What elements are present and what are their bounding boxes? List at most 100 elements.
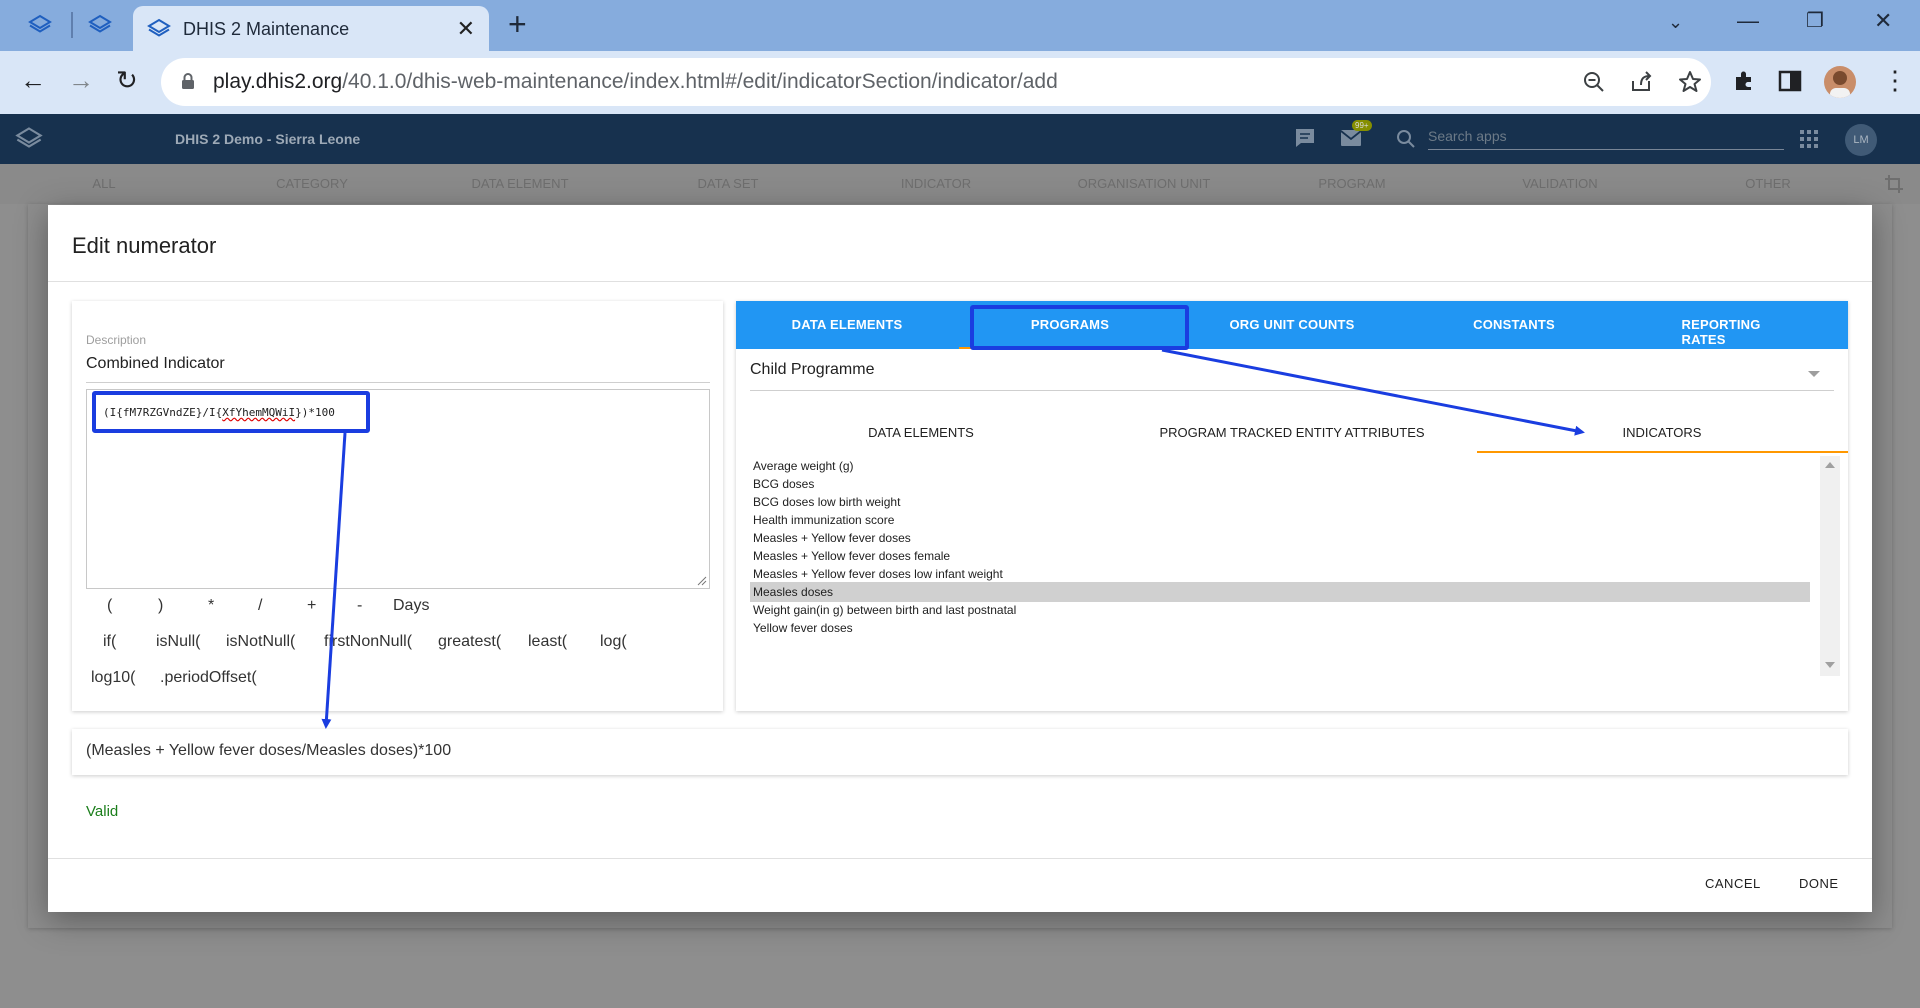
subtab-program-tracked-entity-attributes[interactable]: PROGRAM TRACKED ENTITY ATTRIBUTES [1159,425,1424,440]
function-isnull[interactable]: isNull( [156,633,200,651]
url-text: play.dhis2.org/40.1.0/dhis-web-maintenan… [213,70,1058,93]
subtab-data-elements[interactable]: DATA ELEMENTS [868,425,974,440]
formula-textarea[interactable]: (I{fM7RZGVndZE}/I{XfYhemMQWiI})*100 [86,389,710,589]
bookmark-star-icon[interactable] [1677,69,1703,95]
list-item[interactable]: BCG doses low birth weight [750,492,1810,512]
apps-grid-icon[interactable] [1800,130,1818,148]
dhis2-logo-icon[interactable] [15,125,43,153]
section-tab-indicator[interactable]: INDICATOR [901,176,971,191]
browser-toolbar: ← → ↻ play.dhis2.org/40.1.0/dhis-web-mai… [0,51,1920,114]
instance-title: DHIS 2 Demo - Sierra Leone [175,131,361,147]
minimize-button[interactable]: — [1737,8,1759,34]
share-icon[interactable] [1629,69,1655,95]
section-tab-category[interactable]: CATEGORY [276,176,348,191]
formula-editor-card: Description Combined Indicator (I{fM7RZG… [72,301,723,711]
section-tab-validation[interactable]: VALIDATION [1522,176,1597,191]
dhis2-pinned-tab-icon-2[interactable] [88,13,112,37]
operator-minus[interactable]: - [357,597,362,615]
tab-programs[interactable]: PROGRAMS [1031,317,1109,332]
browser-menu-icon[interactable]: ⋮ [1882,65,1908,96]
formula-text: (I{fM7RZGVndZE}/I{XfYhemMQWiI})*100 [103,406,335,419]
list-item[interactable]: Measles + Yellow fever doses low infant … [750,564,1810,584]
dhis2-favicon-icon [147,18,171,37]
list-item[interactable]: Average weight (g) [750,456,1810,476]
list-item[interactable]: Weight gain(in g) between birth and last… [750,600,1810,620]
tab-reporting-rates[interactable]: REPORTING RATES [1682,317,1793,347]
readable-formula: (Measles + Yellow fever doses/Measles do… [72,729,1848,775]
list-item[interactable]: BCG doses [750,474,1810,494]
function-if[interactable]: if( [103,633,116,651]
close-window-button[interactable]: ✕ [1874,8,1892,34]
back-button[interactable]: ← [20,65,46,96]
edit-numerator-dialog: Edit numerator Description Combined Indi… [48,205,1872,912]
active-tab-indicator [959,347,1181,349]
zoom-out-icon[interactable] [1581,69,1607,95]
function-least[interactable]: least( [528,633,567,651]
operator-divide[interactable]: / [258,597,262,615]
tab-data-elements[interactable]: DATA ELEMENTS [792,317,903,332]
done-button[interactable]: DONE [1799,876,1839,891]
function-period-offset[interactable]: .periodOffset( [160,669,257,687]
program-select[interactable]: Child Programme [750,361,1834,391]
close-tab-icon[interactable]: ✕ [457,16,475,42]
function-log10[interactable]: log10( [91,669,135,687]
operator-multiply[interactable]: * [208,597,214,615]
section-tab-data-element[interactable]: DATA ELEMENT [471,176,568,191]
function-log[interactable]: log( [600,633,627,651]
operator-plus[interactable]: + [307,597,316,615]
dialog-footer-divider [48,858,1872,859]
dhis2-pinned-tab-icon[interactable] [28,13,52,37]
item-type-tabs: DATA ELEMENTS PROGRAMS ORG UNIT COUNTS C… [736,301,1848,349]
validation-status: Valid [86,803,119,820]
section-tab-organisation-unit[interactable]: ORGANISATION UNIT [1078,176,1211,191]
active-tab[interactable]: DHIS 2 Maintenance ✕ [133,6,489,51]
operator-days[interactable]: Days [393,597,429,615]
list-item[interactable]: Health immunization score [750,510,1810,530]
scroll-up-arrow-icon[interactable] [1825,462,1835,468]
function-isnotnull[interactable]: isNotNull( [226,633,295,651]
scroll-down-arrow-icon[interactable] [1825,662,1835,668]
search-icon [1397,130,1415,148]
section-tab-other[interactable]: OTHER [1745,176,1791,191]
section-tab-data-set[interactable]: DATA SET [698,176,759,191]
dhis2-header-bar: DHIS 2 Demo - Sierra Leone 99+ Search ap… [0,114,1920,164]
section-tab-all[interactable]: ALL [92,176,115,191]
resize-handle-icon[interactable] [697,576,707,586]
description-field[interactable]: Combined Indicator [86,355,710,383]
search-apps-input[interactable]: Search apps [1428,128,1784,150]
subtab-indicators[interactable]: INDICATORS [1623,425,1702,440]
function-greatest[interactable]: greatest( [438,633,501,651]
function-firstnonnull[interactable]: firstNonNull( [324,633,412,651]
cancel-button[interactable]: CANCEL [1705,876,1761,891]
tab-constants[interactable]: CONSTANTS [1473,317,1555,332]
forward-button[interactable]: → [68,65,94,96]
lock-icon [182,73,194,89]
list-scrollbar[interactable] [1820,456,1840,676]
item-picker-card: DATA ELEMENTS PROGRAMS ORG UNIT COUNTS C… [736,301,1848,711]
section-tab-program[interactable]: PROGRAM [1318,176,1385,191]
new-tab-button[interactable]: + [508,6,527,43]
list-item[interactable]: Measles + Yellow fever doses female [750,546,1810,566]
messages-mail-icon[interactable] [1340,129,1362,147]
program-select-value: Child Programme [750,361,875,378]
extensions-icon[interactable] [1731,68,1757,94]
list-item[interactable]: Yellow fever doses [750,618,1810,638]
list-item-selected[interactable]: Measles doses [750,582,1810,602]
tab-org-unit-counts[interactable]: ORG UNIT COUNTS [1229,317,1354,332]
tab-search-chevron-icon[interactable]: ⌄ [1668,12,1683,33]
profile-avatar[interactable]: LM [1845,124,1877,156]
operator-open-paren[interactable]: ( [107,597,112,615]
address-bar[interactable]: play.dhis2.org/40.1.0/dhis-web-maintenan… [161,58,1711,106]
list-item[interactable]: Measles + Yellow fever doses [750,528,1810,548]
side-panel-icon[interactable] [1777,68,1803,94]
dialog-header-divider [48,281,1872,282]
operator-close-paren[interactable]: ) [158,597,163,615]
tab-title: DHIS 2 Maintenance [183,19,350,39]
restore-button[interactable]: ❐ [1806,8,1824,33]
browser-profile-avatar[interactable] [1824,66,1856,98]
reload-button[interactable]: ↻ [116,65,138,96]
description-label: Description [86,333,147,347]
interpretations-chat-icon[interactable] [1294,127,1316,149]
dialog-title: Edit numerator [72,233,217,258]
crop-icon[interactable] [1884,174,1904,194]
